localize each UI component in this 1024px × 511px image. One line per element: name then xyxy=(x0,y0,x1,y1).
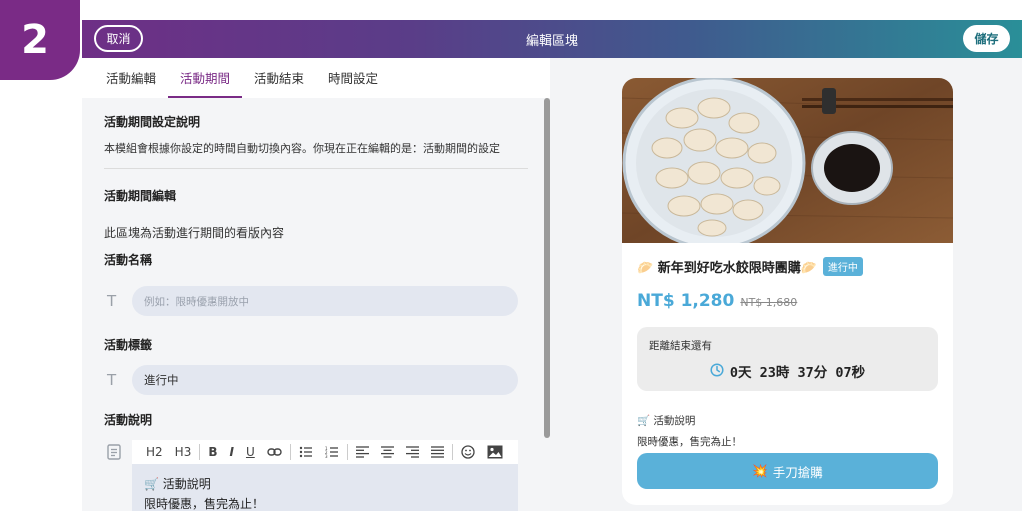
activity-title: 🛒 活動說明 xyxy=(637,415,696,427)
justify-icon[interactable] xyxy=(425,446,450,458)
tab-activity-edit[interactable]: 活動編輯 xyxy=(94,68,168,98)
emoji-icon[interactable] xyxy=(455,445,481,459)
h3-button[interactable]: H3 xyxy=(169,445,198,459)
text-type-icon: T xyxy=(107,292,117,310)
product-title: 🥟 新年到好吃水餃限時團購🥟 xyxy=(637,261,817,276)
editor-line: 🛒 活動說明 xyxy=(144,477,211,491)
divider xyxy=(104,168,528,169)
clock-icon xyxy=(710,362,724,381)
save-button[interactable]: 儲存 xyxy=(963,25,1010,52)
description-heading: 活動期間設定說明 xyxy=(104,115,201,129)
document-icon xyxy=(104,440,132,511)
name-label: 活動名稱 xyxy=(104,253,153,267)
buy-now-label: 手刀搶購 xyxy=(772,464,823,480)
tab-activity-period[interactable]: 活動期間 xyxy=(168,68,243,98)
tag-label: 活動標籤 xyxy=(104,338,153,352)
cancel-button[interactable]: 取消 xyxy=(94,25,143,52)
tab-bar: 活動編輯 活動期間 活動結束 時間設定 xyxy=(82,58,550,98)
countdown-time: 0天 23時 37分 07秒 xyxy=(729,365,866,381)
editor-toolbar: H2 H3 B I U 123 xyxy=(132,440,518,464)
description-text: 本模組會根據你設定的時間自動切換內容。你現在正在編輯的是：活動期間的設定 xyxy=(104,142,500,155)
desc-label: 活動說明 xyxy=(104,413,153,427)
editor-frame: 取消 編輯區塊 儲存 活動編輯 活動期間 活動結束 時間設定 活動期間設定說明 … xyxy=(82,20,1022,511)
italic-button[interactable]: I xyxy=(224,445,240,459)
svg-text:3: 3 xyxy=(325,454,328,458)
image-icon[interactable] xyxy=(481,445,509,459)
top-bar: 取消 編輯區塊 儲存 xyxy=(82,20,1022,58)
text-type-icon: T xyxy=(107,371,117,389)
tab-activity-end[interactable]: 活動結束 xyxy=(242,68,316,98)
settings-panel: 活動編輯 活動期間 活動結束 時間設定 活動期間設定說明 本模組會根據你設定的時… xyxy=(82,58,550,511)
toolbar-separator xyxy=(346,444,348,460)
toolbar-separator xyxy=(451,444,453,460)
rich-text-editor: H2 H3 B I U 123 🛒 活動說明 限時優惠，售完為止！ xyxy=(132,440,518,511)
sale-price: NT$ 1,280 xyxy=(637,291,735,311)
tag-input[interactable]: 進行中 xyxy=(132,365,518,395)
bullet-list-icon[interactable] xyxy=(293,446,319,458)
tab-time-settings[interactable]: 時間設定 xyxy=(316,68,390,98)
preview-panel: 🥟 新年到好吃水餃限時團購🥟 進行中 NT$ 1,280 NT$ 1,680 距… xyxy=(550,58,1022,511)
page-title: 編輯區塊 xyxy=(525,33,578,49)
activity-description: 限時優惠，售完為止！ xyxy=(637,436,742,448)
countdown-box: 距離結束還有 0天 23時 37分 07秒 xyxy=(637,327,938,391)
name-input[interactable]: 例如：限時優惠開放中 xyxy=(132,286,518,316)
toolbar-separator xyxy=(199,444,201,460)
original-price: NT$ 1,680 xyxy=(740,296,798,309)
editor-line: 限時優惠，售完為止！ xyxy=(144,497,265,511)
numbered-list-icon[interactable]: 123 xyxy=(319,446,345,458)
bold-button[interactable]: B xyxy=(202,445,223,459)
align-right-icon[interactable] xyxy=(400,446,425,458)
countdown-label: 距離結束還有 xyxy=(649,340,712,352)
link-icon[interactable] xyxy=(261,447,288,457)
buy-now-button[interactable]: 💥 手刀搶購 xyxy=(637,453,938,489)
editor-content[interactable]: 🛒 活動說明 限時優惠，售完為止！ xyxy=(132,464,518,511)
underline-button[interactable]: U xyxy=(240,445,261,459)
toolbar-separator xyxy=(289,444,291,460)
area-description: 此區塊為活動進行期間的看版內容 xyxy=(104,226,285,240)
align-left-icon[interactable] xyxy=(350,446,375,458)
preview-card: 🥟 新年到好吃水餃限時團購🥟 進行中 NT$ 1,280 NT$ 1,680 距… xyxy=(622,78,953,505)
step-number-badge: 2 xyxy=(0,0,80,80)
edit-heading: 活動期間編輯 xyxy=(104,189,177,203)
align-center-icon[interactable] xyxy=(375,446,400,458)
h2-button[interactable]: H2 xyxy=(140,445,169,459)
explosion-icon: 💥 xyxy=(752,463,768,478)
status-badge: 進行中 xyxy=(822,257,863,276)
product-image xyxy=(622,78,953,250)
